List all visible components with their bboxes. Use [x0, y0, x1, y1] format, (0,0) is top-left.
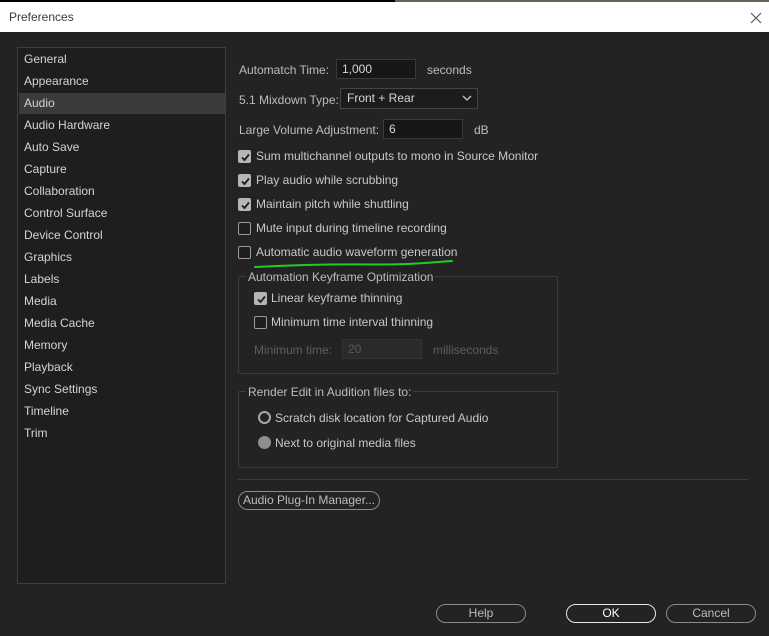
- sidebar-item-trim[interactable]: Trim: [19, 423, 225, 444]
- checkmark-icon: [241, 153, 250, 162]
- minimum-thinning-label: Minimum time interval thinning: [271, 315, 434, 329]
- checkmark-icon: [241, 201, 250, 210]
- sidebar-item-control-surface[interactable]: Control Surface: [19, 203, 225, 224]
- audio-plugin-manager-button[interactable]: Audio Plug-In Manager...: [238, 491, 380, 510]
- window-title: Preferences: [9, 10, 74, 24]
- sidebar-item-media-cache[interactable]: Media Cache: [19, 313, 225, 334]
- mixdown-type-value: Front + Rear: [347, 91, 415, 105]
- minimum-time-input[interactable]: 20: [342, 339, 422, 359]
- minimum-thinning-checkbox[interactable]: [254, 316, 267, 329]
- sidebar-item-sync-settings[interactable]: Sync Settings: [19, 379, 225, 400]
- sidebar-item-appearance[interactable]: Appearance: [19, 71, 225, 92]
- minimum-time-label: Minimum time:: [254, 343, 333, 357]
- chevron-down-icon: [462, 95, 472, 101]
- play-scrubbing-checkbox[interactable]: [238, 174, 251, 187]
- automatch-time-input[interactable]: 1,000: [336, 59, 416, 79]
- sidebar-item-general[interactable]: General: [19, 49, 225, 70]
- render-group-title: Render Edit in Audition files to:: [246, 385, 414, 399]
- sidebar-item-timeline[interactable]: Timeline: [19, 401, 225, 422]
- scratch-disk-radio[interactable]: [258, 411, 271, 424]
- render-edit-group: [238, 391, 558, 468]
- sidebar-item-audio[interactable]: Audio: [19, 93, 225, 114]
- large-volume-input[interactable]: 6: [383, 119, 463, 139]
- next-to-media-radio[interactable]: [258, 436, 271, 449]
- sidebar-item-capture[interactable]: Capture: [19, 159, 225, 180]
- waveform-generation-checkbox[interactable]: [238, 246, 251, 259]
- sidebar-item-memory[interactable]: Memory: [19, 335, 225, 356]
- linear-thinning-checkbox[interactable]: [254, 292, 267, 305]
- maintain-pitch-checkbox[interactable]: [238, 198, 251, 211]
- sidebar-item-graphics[interactable]: Graphics: [19, 247, 225, 268]
- cancel-button[interactable]: Cancel: [666, 604, 756, 623]
- play-scrubbing-label: Play audio while scrubbing: [256, 173, 399, 187]
- next-to-media-label: Next to original media files: [275, 436, 416, 450]
- large-volume-unit: dB: [474, 123, 489, 137]
- sidebar-item-media[interactable]: Media: [19, 291, 225, 312]
- sum-mono-checkbox[interactable]: [238, 150, 251, 163]
- mute-input-checkbox[interactable]: [238, 222, 251, 235]
- linear-thinning-label: Linear keyframe thinning: [271, 291, 403, 305]
- sidebar-item-auto-save[interactable]: Auto Save: [19, 137, 225, 158]
- automatch-unit: seconds: [427, 63, 472, 77]
- scratch-disk-label: Scratch disk location for Captured Audio: [275, 411, 489, 425]
- automatch-time-label: Automatch Time:: [239, 63, 330, 77]
- waveform-generation-label: Automatic audio waveform generation: [256, 245, 458, 259]
- title-bar: Preferences: [0, 2, 769, 32]
- green-underline-annotation: [254, 260, 453, 268]
- sidebar-item-collaboration[interactable]: Collaboration: [19, 181, 225, 202]
- mixdown-type-select[interactable]: Front + Rear: [340, 88, 478, 109]
- preferences-window: Preferences General Appearance Audio Aud…: [0, 0, 769, 636]
- sum-mono-label: Sum multichannel outputs to mono in Sour…: [256, 149, 539, 163]
- checkmark-icon: [257, 295, 266, 304]
- checkmark-icon: [241, 177, 250, 186]
- sidebar-item-audio-hardware[interactable]: Audio Hardware: [19, 115, 225, 136]
- keyframe-group-title: Automation Keyframe Optimization: [246, 270, 436, 284]
- mute-input-label: Mute input during timeline recording: [256, 221, 447, 235]
- section-divider: [238, 479, 748, 480]
- minimum-time-unit: milliseconds: [433, 343, 499, 357]
- mixdown-type-label: 5.1 Mixdown Type:: [239, 93, 339, 107]
- sidebar-item-labels[interactable]: Labels: [19, 269, 225, 290]
- sidebar-item-playback[interactable]: Playback: [19, 357, 225, 378]
- category-sidebar: General Appearance Audio Audio Hardware …: [17, 47, 226, 584]
- maintain-pitch-label: Maintain pitch while shuttling: [256, 197, 409, 211]
- help-button[interactable]: Help: [436, 604, 526, 623]
- sidebar-item-device-control[interactable]: Device Control: [19, 225, 225, 246]
- ok-button[interactable]: OK: [566, 604, 656, 623]
- large-volume-label: Large Volume Adjustment:: [239, 123, 380, 137]
- close-icon[interactable]: [747, 9, 765, 27]
